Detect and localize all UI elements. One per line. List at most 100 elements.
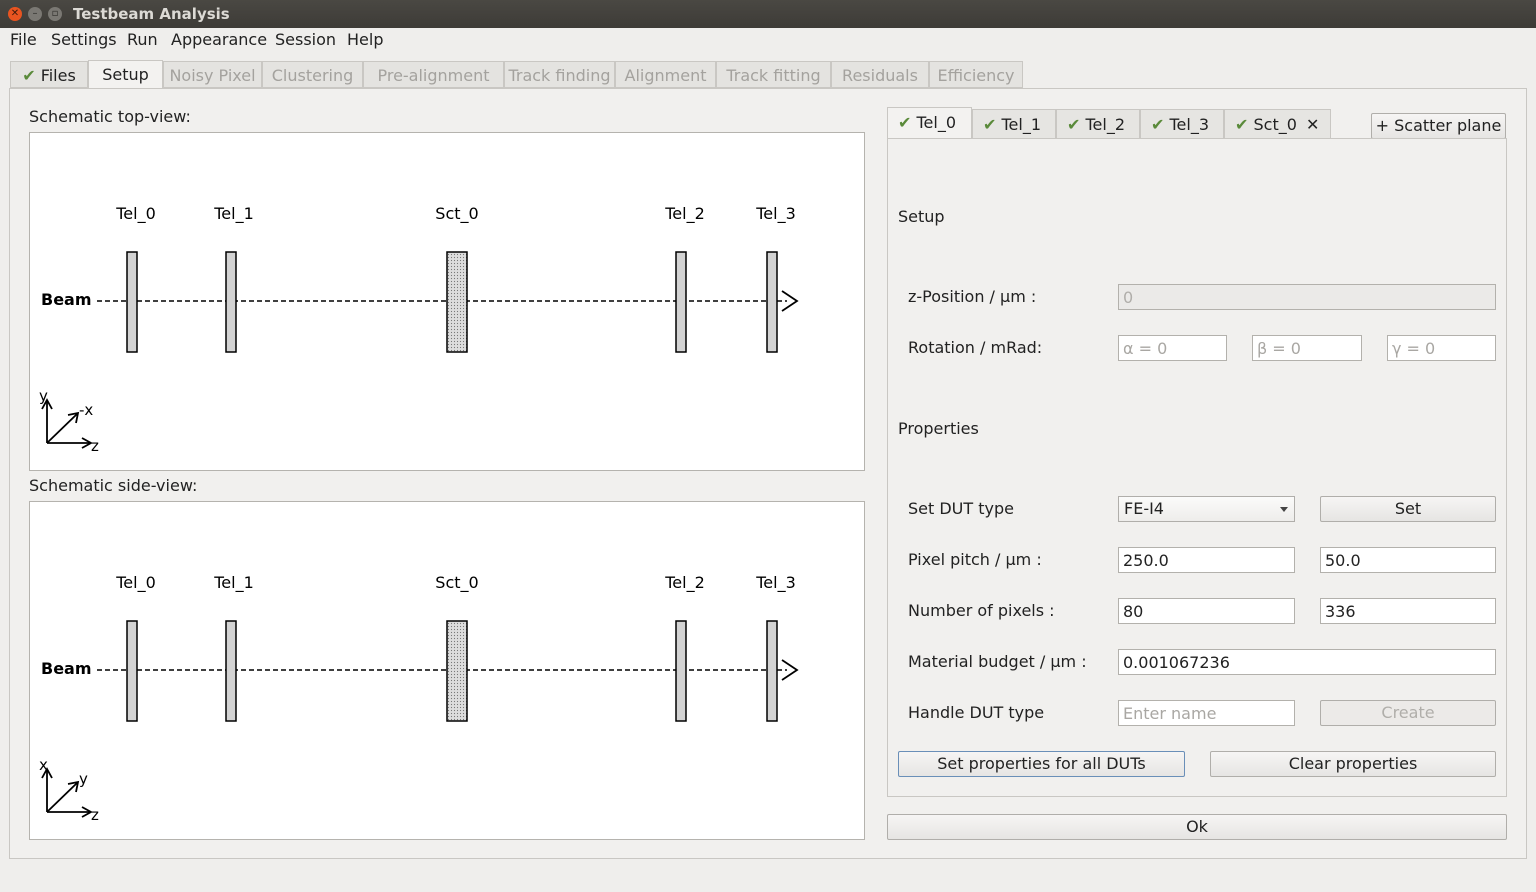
minimize-window-icon[interactable]: –: [28, 7, 42, 21]
tab-noisy-pixel[interactable]: Noisy Pixel: [163, 61, 262, 88]
dut-name-input[interactable]: [1118, 700, 1295, 726]
beam-label: Beam: [41, 659, 92, 678]
svg-text:-x: -x: [79, 401, 93, 419]
menu-run[interactable]: Run: [127, 30, 158, 49]
plane-tel0: [126, 620, 138, 722]
side-view-svg: Beam Tel_0 Tel_1 Sct_0 Tel_2 Tel_3 x y z: [39, 573, 799, 824]
plane-label: Tel_0: [115, 204, 156, 224]
dut-tab-tel2[interactable]: ✔ Tel_2: [1056, 109, 1140, 139]
add-scatter-plane-button[interactable]: + Scatter plane: [1371, 113, 1506, 139]
material-budget-label: Material budget / µm :: [908, 652, 1087, 671]
plane-tel1: [225, 620, 237, 722]
plane-label: Sct_0: [435, 204, 478, 224]
pixel-pitch-x-input[interactable]: [1118, 547, 1295, 573]
side-view-title: Schematic side-view:: [29, 476, 198, 495]
set-dut-type-button[interactable]: Set: [1320, 496, 1496, 522]
remove-plane-icon[interactable]: ✕: [1306, 115, 1319, 134]
top-view-svg: Beam Tel_0 Tel_1 Sct_0 Tel_2 Tel_3 y -x …: [39, 204, 799, 455]
dut-type-select[interactable]: FE-I4: [1118, 496, 1295, 522]
tab-setup[interactable]: Setup: [88, 60, 163, 89]
ok-button[interactable]: Ok: [887, 814, 1507, 840]
dut-tab-tel0[interactable]: ✔ Tel_0: [887, 107, 972, 139]
window-title: Testbeam Analysis: [73, 5, 230, 23]
pixels-x-input[interactable]: [1118, 598, 1295, 624]
menu-appearance[interactable]: Appearance: [171, 30, 267, 49]
menu-settings[interactable]: Settings: [51, 30, 117, 49]
set-properties-all-button[interactable]: Set properties for all DUTs: [898, 751, 1185, 777]
checkmark-icon: ✔: [983, 115, 997, 134]
checkmark-icon: ✔: [22, 66, 36, 85]
beam-arrow-icon: [781, 659, 799, 681]
plane-label: Tel_0: [115, 573, 156, 593]
svg-text:z: z: [91, 437, 99, 455]
plane-tel3: [766, 251, 778, 353]
menu-file[interactable]: File: [10, 30, 37, 49]
svg-text:y: y: [39, 387, 48, 405]
plane-tel0: [126, 251, 138, 353]
svg-text:x: x: [39, 756, 48, 774]
top-view-title: Schematic top-view:: [29, 107, 191, 126]
checkmark-icon: ✔: [1151, 115, 1165, 134]
menu-session[interactable]: Session: [275, 30, 336, 49]
tab-pre-alignment[interactable]: Pre-alignment: [363, 61, 504, 88]
checkmark-icon: ✔: [1235, 115, 1249, 134]
tab-efficiency[interactable]: Efficiency: [929, 61, 1023, 88]
dut-type-label: Set DUT type: [908, 499, 1014, 518]
plane-tel3: [766, 620, 778, 722]
plane-label: Tel_3: [755, 204, 796, 224]
plane-tel2: [675, 620, 687, 722]
tab-files[interactable]: ✔ Files: [10, 61, 88, 88]
pixels-y-input[interactable]: [1320, 598, 1496, 624]
plane-sct0: [446, 620, 468, 722]
number-of-pixels-label: Number of pixels :: [908, 601, 1055, 620]
rotation-gamma-input[interactable]: [1387, 335, 1496, 361]
rotation-beta-input[interactable]: [1252, 335, 1362, 361]
rotation-alpha-input[interactable]: [1118, 335, 1227, 361]
plane-label: Tel_1: [213, 204, 254, 224]
pixel-pitch-label: Pixel pitch / µm :: [908, 550, 1042, 569]
plane-tel1: [225, 251, 237, 353]
pixel-pitch-y-input[interactable]: [1320, 547, 1496, 573]
tab-track-finding[interactable]: Track finding: [504, 61, 615, 88]
dut-properties-panel: [887, 138, 1507, 797]
tab-alignment[interactable]: Alignment: [615, 61, 716, 88]
plane-tel2: [675, 251, 687, 353]
checkmark-icon: ✔: [1067, 115, 1081, 134]
svg-text:z: z: [91, 806, 99, 824]
plane-label: Sct_0: [435, 573, 478, 593]
svg-text:y: y: [79, 770, 88, 788]
properties-heading: Properties: [898, 419, 979, 438]
beam-label: Beam: [41, 290, 92, 309]
side-view-schematic: Beam Tel_0 Tel_1 Sct_0 Tel_2 Tel_3 x y z: [29, 501, 865, 840]
z-position-input[interactable]: [1118, 284, 1496, 310]
z-position-label: z-Position / µm :: [908, 287, 1037, 306]
tab-clustering[interactable]: Clustering: [262, 61, 363, 88]
tab-track-fitting[interactable]: Track fitting: [716, 61, 831, 88]
axes-icon: y -x z: [39, 387, 99, 455]
maximize-window-icon[interactable]: ▫: [48, 7, 62, 21]
menu-help[interactable]: Help: [347, 30, 383, 49]
dropdown-arrow-icon: [1280, 507, 1288, 512]
dut-tab-tel1[interactable]: ✔ Tel_1: [972, 109, 1056, 139]
plane-sct0: [446, 251, 468, 353]
plane-label: Tel_1: [213, 573, 254, 593]
create-dut-type-button[interactable]: Create: [1320, 700, 1496, 726]
plane-label: Tel_2: [664, 573, 705, 593]
handle-dut-type-label: Handle DUT type: [908, 703, 1045, 722]
close-window-icon[interactable]: ✕: [8, 7, 22, 21]
menu-bar: File Settings Run Appearance Session Hel…: [0, 28, 1536, 50]
setup-heading: Setup: [898, 207, 945, 226]
axes-icon: x y z: [39, 756, 99, 824]
material-budget-input[interactable]: [1118, 649, 1496, 675]
tab-residuals[interactable]: Residuals: [831, 61, 929, 88]
top-view-schematic: Beam Tel_0 Tel_1 Sct_0 Tel_2 Tel_3 y -x …: [29, 132, 865, 471]
plane-label: Tel_2: [664, 204, 705, 224]
plane-label: Tel_3: [755, 573, 796, 593]
clear-properties-button[interactable]: Clear properties: [1210, 751, 1496, 777]
checkmark-icon: ✔: [898, 113, 912, 132]
beam-arrow-icon: [781, 290, 799, 312]
rotation-label: Rotation / mRad:: [908, 338, 1043, 357]
dut-tab-sct0[interactable]: ✔ Sct_0 ✕: [1224, 109, 1331, 139]
dut-tab-tel3[interactable]: ✔ Tel_3: [1140, 109, 1224, 139]
title-bar: ✕ – ▫ Testbeam Analysis: [0, 0, 1536, 28]
